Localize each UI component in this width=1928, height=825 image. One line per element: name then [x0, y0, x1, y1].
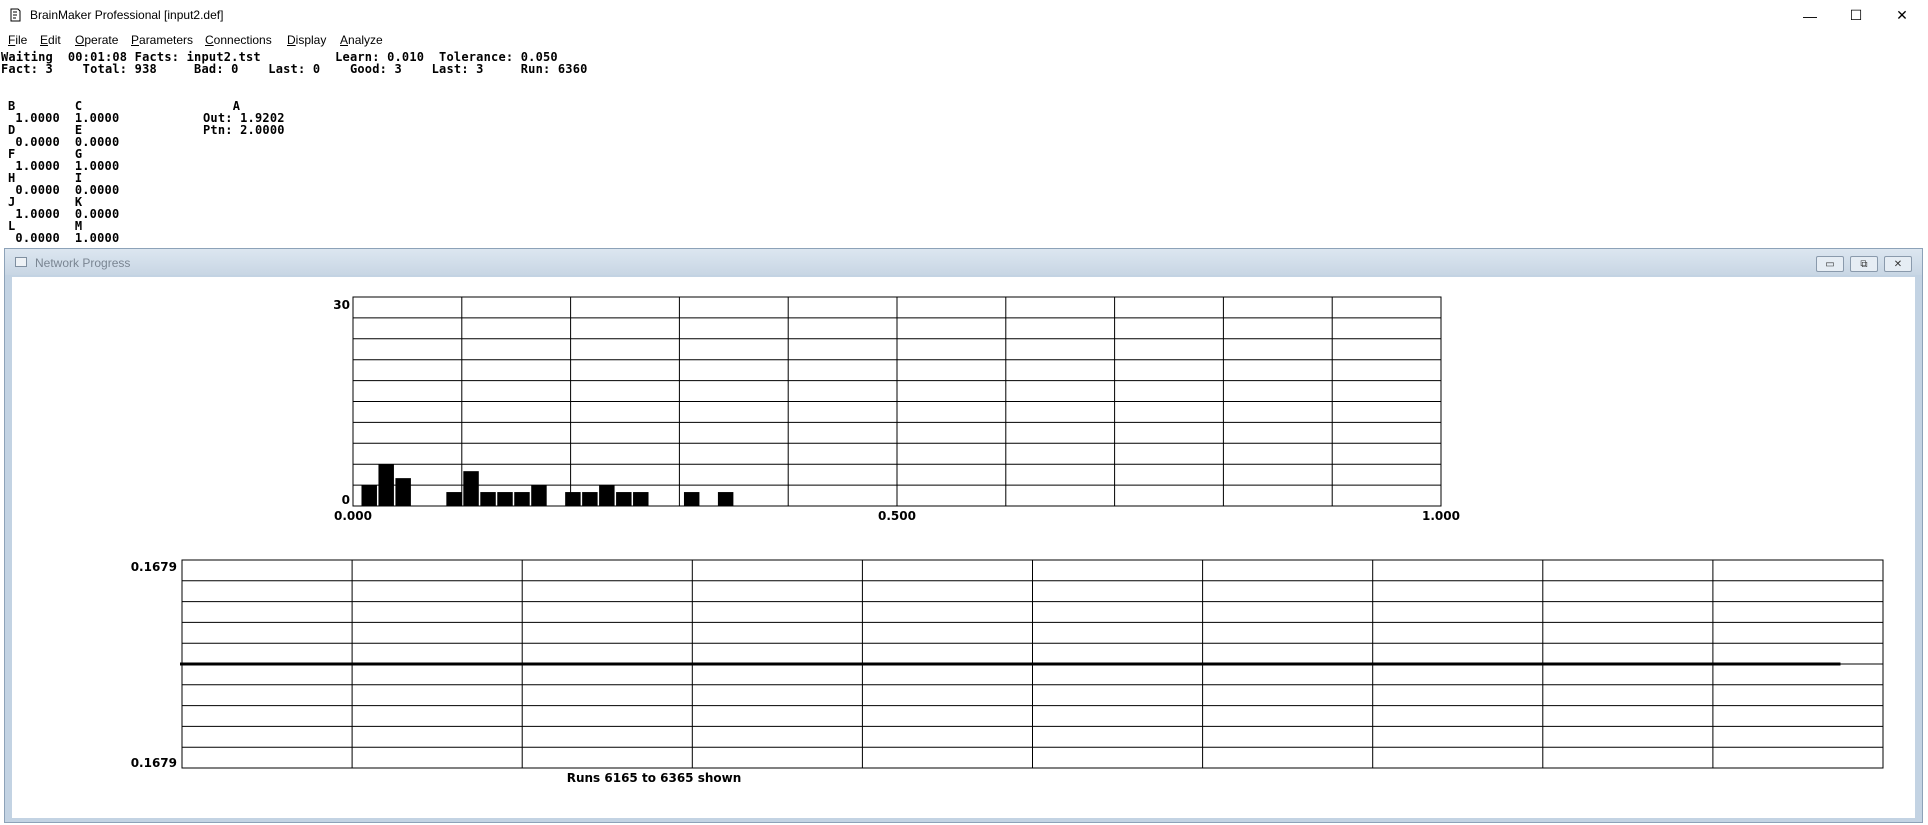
menu-file[interactable]: File: [8, 33, 27, 47]
progress-caption: Runs 6165 to 6365 shown: [567, 771, 742, 785]
histogram-bar: [395, 478, 411, 506]
input-neurons-block: B C 1.0000 1.0000 D E 0.0000 0.0000 F G …: [8, 99, 120, 245]
network-progress-titlebar[interactable]: Network Progress ▭ ⧉ ✕: [5, 249, 1922, 275]
histogram-bar: [582, 492, 598, 506]
menu-display[interactable]: Display: [287, 33, 326, 47]
histogram-bar: [514, 492, 530, 506]
child-restore-button[interactable]: ⧉: [1850, 256, 1878, 272]
window-title: BrainMaker Professional [input2.def]: [30, 8, 224, 22]
menu-edit[interactable]: Edit: [40, 33, 61, 47]
histogram-bar: [717, 492, 734, 506]
histogram-bar: [683, 492, 700, 506]
network-progress-title: Network Progress: [35, 256, 131, 270]
histogram-bar: [531, 485, 547, 506]
progress-ytick-label: 0.1679: [131, 756, 177, 770]
histogram-bar: [616, 492, 632, 506]
histogram-bar: [565, 492, 581, 506]
histogram-bar: [378, 464, 394, 506]
histogram-bar: [497, 492, 513, 506]
maximize-button[interactable]: ☐: [1833, 0, 1879, 31]
brainmaker-app-icon[interactable]: [8, 7, 22, 23]
histogram-bar: [361, 485, 377, 506]
progress-charts: 30 0 0.000 0.500 1.000 0.1679 0.1679 Runs 6165 …: [131, 296, 1884, 785]
histogram-bar: [599, 485, 615, 506]
progress-ytick-label: 0.1679: [131, 560, 177, 574]
close-icon: ✕: [1893, 258, 1903, 270]
output-neuron-block: A Out: 1.9202 Ptn: 2.0000: [203, 99, 285, 137]
close-icon: ✕: [1896, 7, 1908, 23]
histogram-xtick-label: 1.000: [1422, 509, 1460, 523]
maximize-icon: ☐: [1849, 7, 1863, 23]
minimize-icon: ▭: [1825, 258, 1835, 270]
histogram-xtick-label: 0.500: [878, 509, 916, 523]
histogram-ytick-label: 30: [333, 298, 350, 312]
histogram-xtick-label: 0.000: [334, 509, 372, 523]
menu-parameters[interactable]: Parameters: [131, 33, 193, 47]
status-line-2: Fact: 3 Total: 938 Bad: 0 Last: 0 Good: …: [1, 62, 588, 76]
histogram-bar: [633, 492, 649, 506]
restore-icon: ⧉: [1860, 258, 1868, 270]
network-progress-client: 30 0 0.000 0.500 1.000 0.1679 0.1679 Runs 6165 …: [12, 277, 1915, 818]
minimize-button[interactable]: —: [1787, 0, 1833, 31]
network-progress-window: Network Progress ▭ ⧉ ✕ 30 0 0.000 0.500 1.00…: [4, 248, 1923, 823]
child-minimize-button[interactable]: ▭: [1816, 256, 1844, 272]
title-bar: BrainMaker Professional [input2.def] — ☐…: [0, 0, 1928, 31]
menu-operate[interactable]: Operate: [75, 33, 118, 47]
minimize-icon: —: [1803, 7, 1817, 24]
histogram-bar: [463, 471, 479, 506]
menu-connections[interactable]: Connections: [205, 33, 272, 47]
histogram-bar: [446, 492, 462, 506]
close-button[interactable]: ✕: [1879, 0, 1925, 31]
histogram-bar: [480, 492, 496, 506]
child-close-button[interactable]: ✕: [1884, 256, 1912, 272]
histogram-ytick-label: 0: [342, 493, 350, 507]
window-icon: [15, 257, 27, 267]
menu-bar: File Edit Operate Parameters Connections…: [0, 32, 1928, 50]
menu-analyze[interactable]: Analyze: [340, 33, 383, 47]
